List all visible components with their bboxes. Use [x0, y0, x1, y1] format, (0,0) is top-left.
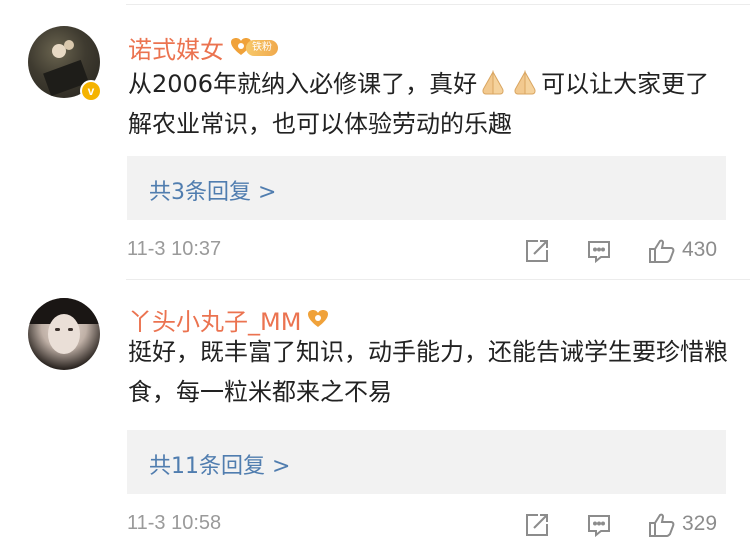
replies-box: 共3条回复 >	[127, 156, 726, 220]
verified-badge-icon: v	[80, 80, 102, 102]
comment-item: v 诺式媒女 铁粉 从2006年就纳入必修课了，真好 可以让大家更了解农业常识，也可…	[0, 0, 750, 278]
thumbs-up-icon[interactable]	[648, 512, 675, 538]
view-replies-link[interactable]: 共3条回复 >	[149, 174, 276, 206]
comment-icon[interactable]	[586, 512, 612, 538]
comment-item: 丫头小丸子_MM 挺好，既丰富了知识，动手能力，还能告诫学生要珍惜粮食，每一粒米…	[0, 278, 750, 548]
timestamp: 11-3 10:58	[127, 512, 222, 534]
like-count[interactable]: 329	[682, 512, 717, 536]
username-text: 诺式媒女	[128, 36, 224, 64]
view-replies-link[interactable]: 共11条回复 >	[149, 448, 290, 480]
comment-text: 挺好，既丰富了知识，动手能力，还能告诫学生要珍惜粮食，每一粒米都来之不易	[128, 338, 728, 406]
comment-icon[interactable]	[586, 238, 612, 264]
comment-text: 从2006年就纳入必修课了，真好 可以让大家更了解农业常识，也可以体验劳动的乐趣	[128, 64, 728, 144]
comment-actions: 430	[520, 236, 730, 266]
thumbs-up-icon[interactable]	[648, 238, 675, 264]
timestamp: 11-3 10:37	[127, 238, 222, 260]
praying-hands-icon	[509, 68, 541, 95]
comment-text-part1: 从2006年就纳入必修课了，真好	[128, 70, 478, 98]
share-icon[interactable]	[524, 238, 550, 264]
username[interactable]: 诺式媒女 铁粉	[128, 30, 278, 65]
avatar[interactable]	[28, 298, 100, 370]
like-count[interactable]: 430	[682, 238, 717, 262]
fan-heart-icon	[307, 307, 329, 335]
share-icon[interactable]	[524, 512, 550, 538]
comment-actions: 329	[520, 510, 730, 540]
praying-hands-icon	[477, 68, 509, 95]
fan-badge: 铁粉	[246, 40, 278, 56]
replies-box: 共11条回复 >	[127, 430, 726, 494]
